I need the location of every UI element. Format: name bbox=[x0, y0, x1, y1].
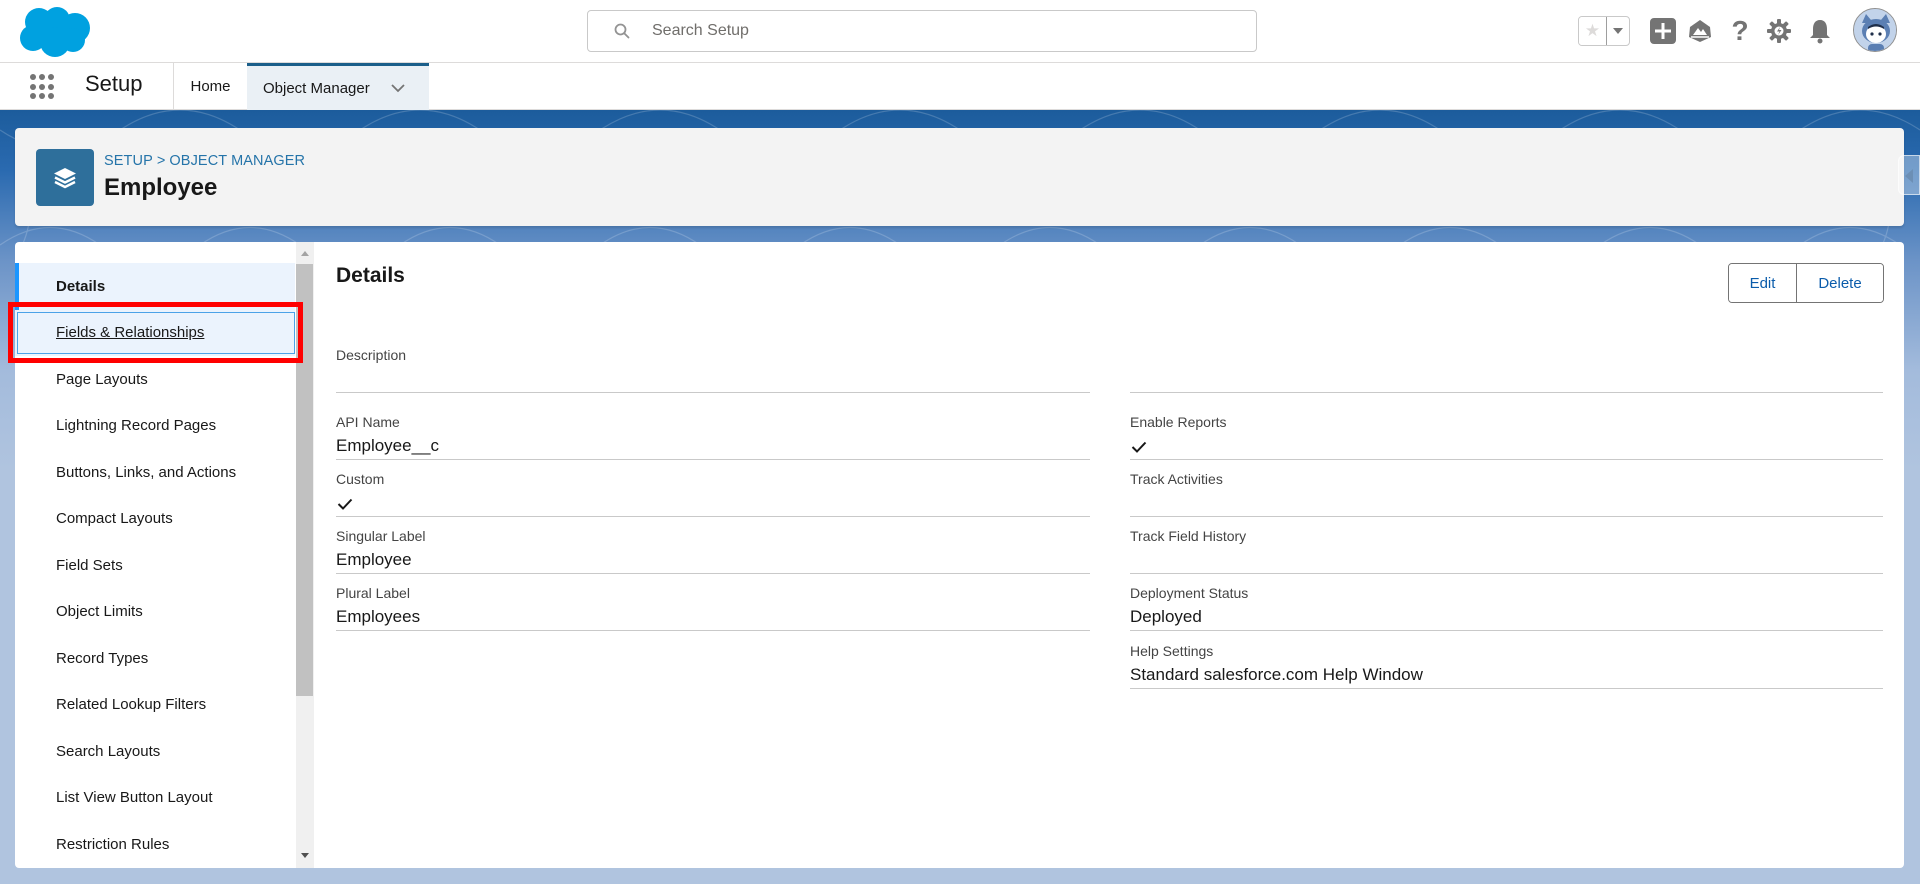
breadcrumb: SETUP > OBJECT MANAGER bbox=[104, 153, 305, 169]
field-deployment-status: Deployment Status Deployed bbox=[1130, 574, 1883, 631]
edit-button[interactable]: Edit bbox=[1729, 264, 1797, 302]
breadcrumb-setup[interactable]: SETUP bbox=[104, 153, 153, 169]
global-header: ★ ? bbox=[0, 0, 1920, 63]
sidebar-item-compact-layouts[interactable]: Compact Layouts bbox=[15, 496, 295, 543]
sidebar-item-label: Restriction Rules bbox=[56, 835, 170, 853]
scroll-down-arrow-icon[interactable] bbox=[301, 853, 309, 858]
sidebar-item-details[interactable]: Details bbox=[15, 263, 295, 310]
field-value: Standard salesforce.com Help Window bbox=[1130, 665, 1423, 684]
details-heading: Details bbox=[336, 264, 405, 287]
layers-icon bbox=[36, 149, 94, 206]
sidebar-item-label: List View Button Layout bbox=[56, 789, 213, 807]
action-button-group: Edit Delete bbox=[1728, 263, 1884, 303]
sidebar-item-restriction-rules[interactable]: Restriction Rules bbox=[15, 821, 295, 868]
search-icon bbox=[614, 23, 630, 39]
sidebar-item-lightning-record-pages[interactable]: Lightning Record Pages bbox=[15, 403, 295, 450]
field-label: Deployment Status bbox=[1130, 585, 1249, 601]
field-label: Track Field History bbox=[1130, 528, 1247, 544]
app-name: Setup bbox=[85, 71, 143, 96]
sidebar-item-field-sets[interactable]: Field Sets bbox=[15, 542, 295, 589]
field-label: Track Activities bbox=[1130, 471, 1223, 487]
sidebar-item-label: Object Limits bbox=[56, 603, 143, 621]
user-avatar[interactable] bbox=[1853, 8, 1897, 52]
field-description: Description bbox=[336, 336, 1090, 393]
field-empty bbox=[1130, 336, 1883, 393]
field-label: API Name bbox=[336, 414, 400, 430]
field-label: Help Settings bbox=[1130, 643, 1214, 659]
field-label: Description bbox=[336, 347, 407, 363]
sidebar-item-label: Search Layouts bbox=[56, 742, 161, 760]
favorites-dropdown-icon[interactable] bbox=[1605, 17, 1629, 45]
sidebar-item-fields-relationships[interactable]: Fields & Relationships bbox=[15, 309, 295, 356]
tab-home[interactable]: Home bbox=[173, 63, 247, 110]
object-sidebar: Details Fields & Relationships Page Layo… bbox=[15, 242, 314, 868]
field-value: Employees bbox=[336, 607, 421, 626]
sidebar-scrollbar[interactable] bbox=[296, 242, 314, 868]
trailhead-icon[interactable] bbox=[1686, 17, 1714, 45]
favorites-group: ★ bbox=[1578, 16, 1630, 46]
details-panel: Details Edit Delete Description API Name… bbox=[314, 242, 1904, 868]
field-value: Employee bbox=[336, 550, 412, 569]
salesforce-logo[interactable] bbox=[19, 6, 93, 58]
field-singular-label: Singular Label Employee bbox=[336, 517, 1090, 574]
notification-bell-icon[interactable] bbox=[1806, 17, 1834, 45]
checkmark-icon bbox=[1131, 441, 1147, 453]
sidebar-item-related-lookup-filters[interactable]: Related Lookup Filters bbox=[15, 682, 295, 729]
sidebar-item-label: Lightning Record Pages bbox=[56, 417, 217, 435]
page-title: Employee bbox=[104, 174, 218, 201]
sidebar-item-label: Related Lookup Filters bbox=[56, 696, 207, 714]
checkmark-icon bbox=[337, 498, 353, 510]
tab-home-label: Home bbox=[190, 78, 231, 95]
favorite-star-icon[interactable]: ★ bbox=[1579, 17, 1606, 45]
field-plural-label: Plural Label Employees bbox=[336, 574, 1090, 631]
field-api-name: API Name Employee__c bbox=[336, 403, 1090, 460]
field-value: Deployed bbox=[1130, 607, 1202, 626]
delete-button[interactable]: Delete bbox=[1797, 264, 1883, 302]
breadcrumb-object-manager[interactable]: OBJECT MANAGER bbox=[169, 153, 305, 169]
object-page-header: SETUP > OBJECT MANAGER Employee bbox=[15, 128, 1904, 226]
field-track-field-history: Track Field History bbox=[1130, 517, 1883, 574]
tab-object-manager[interactable]: Object Manager bbox=[247, 63, 429, 110]
field-custom: Custom bbox=[336, 460, 1090, 517]
sidebar-item-label: Compact Layouts bbox=[56, 510, 173, 528]
sidebar-item-label: Record Types bbox=[56, 649, 149, 667]
search-input[interactable] bbox=[652, 22, 1212, 40]
field-label: Custom bbox=[336, 471, 385, 487]
sidebar-list: Details Fields & Relationships Page Layo… bbox=[15, 263, 295, 868]
sidebar-item-label: Details bbox=[56, 277, 106, 295]
help-icon[interactable]: ? bbox=[1726, 15, 1754, 46]
field-enable-reports: Enable Reports bbox=[1130, 403, 1883, 460]
setup-gear-icon[interactable] bbox=[1765, 17, 1793, 45]
sidebar-item-buttons-links-actions[interactable]: Buttons, Links, and Actions bbox=[15, 449, 295, 496]
sidebar-item-label: Field Sets bbox=[56, 556, 123, 574]
sidebar-item-label: Buttons, Links, and Actions bbox=[56, 463, 237, 481]
sidebar-item-label: Page Layouts bbox=[56, 370, 148, 388]
field-label: Enable Reports bbox=[1130, 414, 1227, 430]
app-nav-bar: Setup Home Object Manager bbox=[0, 63, 1920, 110]
search-setup-box[interactable] bbox=[587, 10, 1257, 52]
breadcrumb-separator: > bbox=[156, 153, 166, 169]
sidebar-item-object-limits[interactable]: Object Limits bbox=[15, 589, 295, 636]
scrollbar-thumb[interactable] bbox=[296, 264, 313, 696]
sidebar-item-record-types[interactable]: Record Types bbox=[15, 635, 295, 682]
chevron-down-icon[interactable] bbox=[390, 80, 406, 96]
field-help-settings: Help Settings Standard salesforce.com He… bbox=[1130, 632, 1883, 689]
sidebar-item-page-layouts[interactable]: Page Layouts bbox=[15, 356, 295, 403]
add-icon[interactable] bbox=[1649, 17, 1677, 45]
collapse-panel-handle[interactable] bbox=[1898, 155, 1920, 195]
app-launcher-icon[interactable] bbox=[30, 74, 56, 100]
field-track-activities: Track Activities bbox=[1130, 460, 1883, 517]
sidebar-item-label: Fields & Relationships bbox=[56, 324, 205, 342]
field-value: Employee__c bbox=[336, 436, 440, 455]
scroll-up-arrow-icon[interactable] bbox=[301, 251, 309, 256]
field-label: Singular Label bbox=[336, 528, 426, 544]
tab-object-manager-label: Object Manager bbox=[263, 79, 370, 97]
field-label: Plural Label bbox=[336, 585, 410, 601]
sidebar-item-list-view-button-layout[interactable]: List View Button Layout bbox=[15, 775, 295, 822]
sidebar-item-search-layouts[interactable]: Search Layouts bbox=[15, 728, 295, 775]
